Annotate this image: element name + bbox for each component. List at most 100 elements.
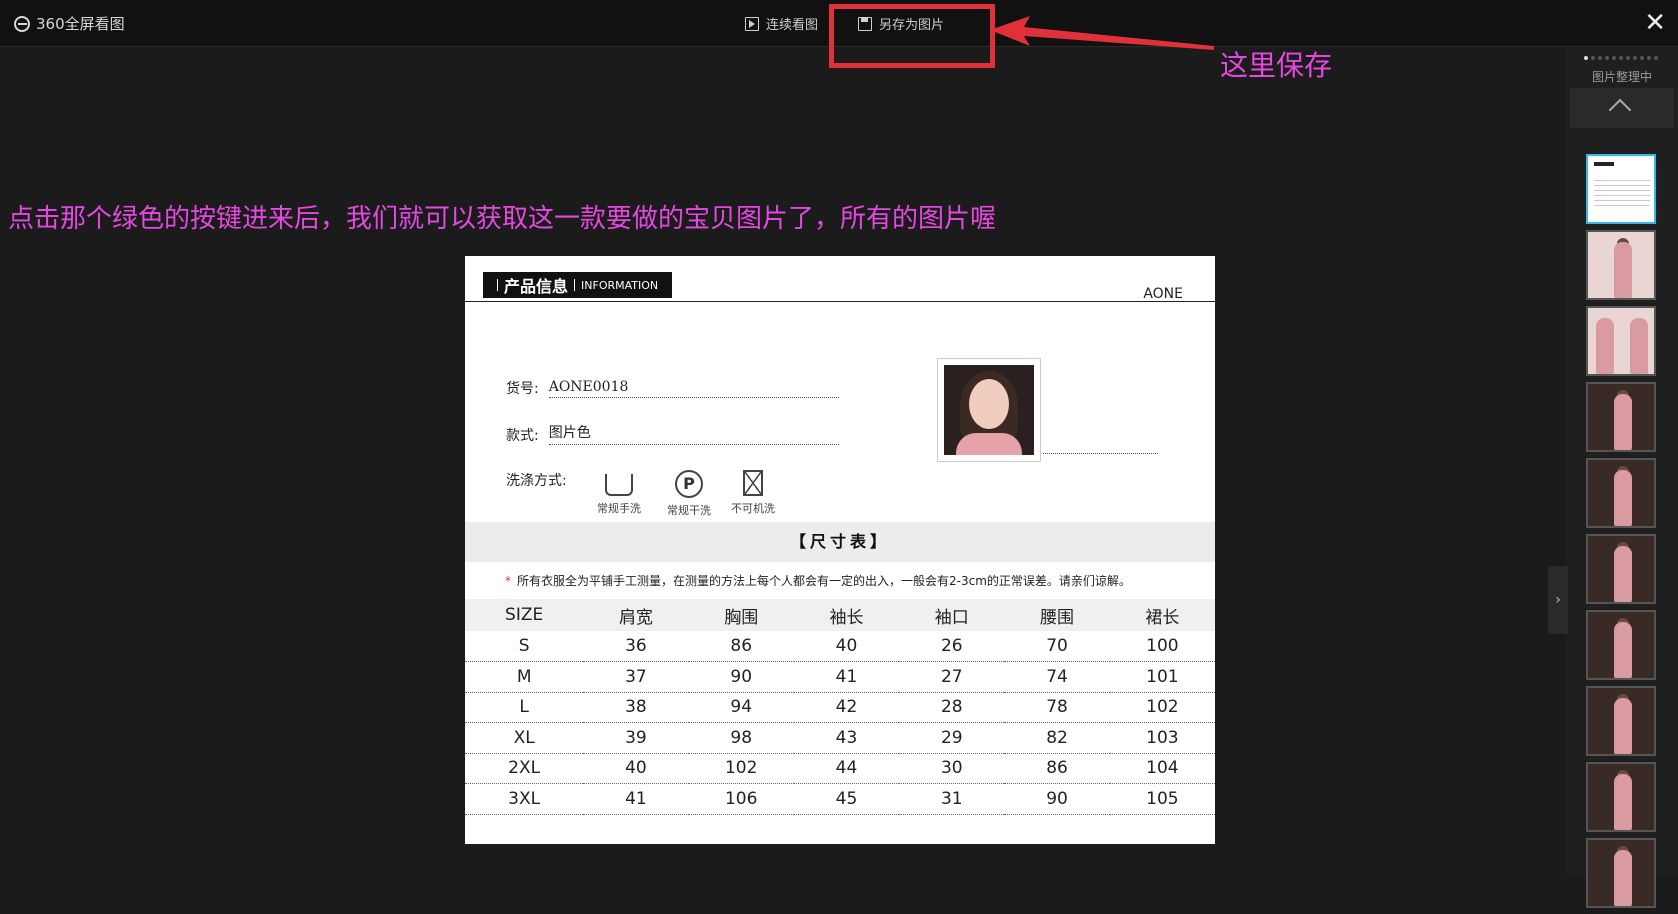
table-cell: 30: [899, 753, 1005, 784]
highlight-box: [829, 4, 995, 68]
table-cell: 29: [899, 722, 1005, 754]
item-number-label: 货号:: [506, 381, 539, 397]
thumbnail-model[interactable]: [1586, 230, 1656, 300]
table-cell: 44: [793, 753, 900, 784]
thumbnail-detail[interactable]: [1586, 306, 1656, 376]
photo-underline: [1043, 453, 1158, 454]
scroll-up-button[interactable]: [1570, 88, 1674, 128]
thumbnail-model[interactable]: [1586, 838, 1656, 908]
table-cell: 45: [793, 783, 900, 815]
product-image: 产品信息 INFORMATION AONE 货号: AONE0018 款式: 图…: [465, 256, 1215, 844]
wash-method-label: 洗涤方式:: [506, 473, 567, 489]
pointer-arrow: [990, 16, 1214, 50]
thumbnail-model[interactable]: [1586, 686, 1656, 756]
table-cell: 42: [793, 692, 900, 723]
thumbnail-sidebar: 图片整理中: [1566, 48, 1678, 908]
app-logo: 360全屏看图: [14, 13, 125, 34]
close-button[interactable]: ✕: [1644, 8, 1666, 38]
table-cell: 105: [1109, 783, 1215, 815]
thumbnail-model[interactable]: [1586, 382, 1656, 452]
col-header: 腰围: [1004, 599, 1110, 631]
table-cell: 100: [1109, 631, 1215, 662]
table-cell: 41: [793, 661, 900, 693]
table-cell: 27: [899, 661, 1005, 693]
table-cell: 41: [583, 783, 689, 815]
wash-item-label: 常规干洗: [667, 504, 711, 517]
table-cell: 82: [1004, 722, 1110, 754]
thumbnail-list: [1586, 154, 1658, 914]
table-row: M 37 90 41 27 74 101: [465, 661, 1215, 693]
table-cell: 86: [688, 631, 794, 662]
thumbnail-model[interactable]: [1586, 534, 1656, 604]
size-table: SIZE 肩宽 胸围 袖长 袖口 腰围 裙长 S 36 86 40 26 70 …: [465, 599, 1215, 815]
thumbnail-model[interactable]: [1586, 458, 1656, 528]
table-cell: 36: [583, 631, 689, 662]
item-number-field: 货号: AONE0018: [506, 378, 839, 398]
thumbnail-size-table[interactable]: [1586, 154, 1656, 224]
size-chart-note: * 所有衣服全为平铺手工测量，在测量的方法上每个人都会有一定的出入，一般会有2-3…: [505, 572, 1131, 589]
table-cell: 78: [1004, 692, 1110, 723]
col-header: 裙长: [1109, 599, 1215, 631]
wash-item-label: 不可机洗: [731, 502, 775, 515]
size-chart-title: 【尺寸表】: [465, 522, 1215, 562]
table-cell: L: [465, 692, 584, 723]
table-cell: 104: [1109, 753, 1215, 784]
table-cell: 94: [688, 692, 794, 723]
table-cell: 37: [583, 661, 689, 693]
wash-item-dry: P 常规干洗: [661, 470, 717, 518]
save-here-note: 这里保存: [1220, 49, 1333, 82]
header-divider: [465, 301, 1215, 302]
thumbnail-model[interactable]: [1586, 762, 1656, 832]
col-header: 袖长: [793, 599, 900, 631]
instruction-note: 点击那个绿色的按键进来后，我们就可以获取这一款要做的宝贝图片了，所有的图片喔: [8, 204, 997, 234]
table-cell: XL: [465, 722, 584, 754]
brand-label: AONE: [1143, 286, 1183, 302]
col-header: 肩宽: [583, 599, 689, 631]
sidebar-toggle-button[interactable]: ›: [1548, 566, 1568, 634]
table-cell: 3XL: [465, 783, 584, 815]
model-photo: [937, 358, 1041, 462]
thumbnail-model[interactable]: [1586, 610, 1656, 680]
table-row: XL 39 98 43 29 82 103: [465, 722, 1215, 754]
style-value: 图片色: [548, 422, 839, 445]
table-cell: 98: [688, 722, 794, 754]
slideshow-button[interactable]: 连续看图: [745, 14, 818, 33]
table-cell: 102: [688, 753, 794, 784]
col-header: SIZE: [465, 599, 584, 631]
table-cell: 90: [688, 661, 794, 693]
table-cell: 40: [793, 631, 900, 662]
table-cell: 26: [899, 631, 1005, 662]
item-number-value: AONE0018: [548, 379, 839, 398]
wash-item-nomachine: 不可机洗: [725, 470, 781, 516]
table-row: S 36 86 40 26 70 100: [465, 631, 1215, 662]
table-cell: 28: [899, 692, 1005, 723]
table-cell: 70: [1004, 631, 1110, 662]
table-cell: 101: [1109, 661, 1215, 693]
wash-item-label: 常规手洗: [597, 502, 641, 515]
table-cell: 38: [583, 692, 689, 723]
browser-e-icon: [14, 15, 30, 32]
no-machine-wash-icon: [743, 470, 763, 496]
slideshow-label: 连续看图: [766, 18, 819, 33]
table-cell: 90: [1004, 783, 1110, 815]
table-cell: 2XL: [465, 753, 584, 784]
table-cell: 102: [1109, 692, 1215, 723]
col-header: 胸围: [688, 599, 794, 631]
hand-wash-icon: [605, 474, 633, 496]
table-cell: S: [465, 631, 584, 662]
size-table-header: SIZE 肩宽 胸围 袖长 袖口 腰围 裙长: [465, 599, 1215, 631]
table-cell: 103: [1109, 722, 1215, 754]
table-row: 3XL 41 106 45 31 90 105: [465, 783, 1215, 815]
dry-clean-icon: P: [675, 470, 703, 498]
style-label: 款式:: [506, 428, 539, 444]
play-icon: [745, 16, 759, 31]
style-field: 款式: 图片色: [506, 422, 839, 445]
note-star: *: [505, 574, 511, 588]
table-cell: 106: [688, 783, 794, 815]
organizing-status: 图片整理中: [1591, 70, 1652, 84]
size-note-text: 所有衣服全为平铺手工测量，在测量的方法上每个人都会有一定的出入，一般会有2-3c…: [517, 574, 1131, 588]
col-header: 袖口: [899, 599, 1005, 631]
table-cell: M: [465, 661, 584, 693]
table-row: L 38 94 42 28 78 102: [465, 692, 1215, 723]
product-header-zh: 产品信息: [504, 277, 569, 296]
